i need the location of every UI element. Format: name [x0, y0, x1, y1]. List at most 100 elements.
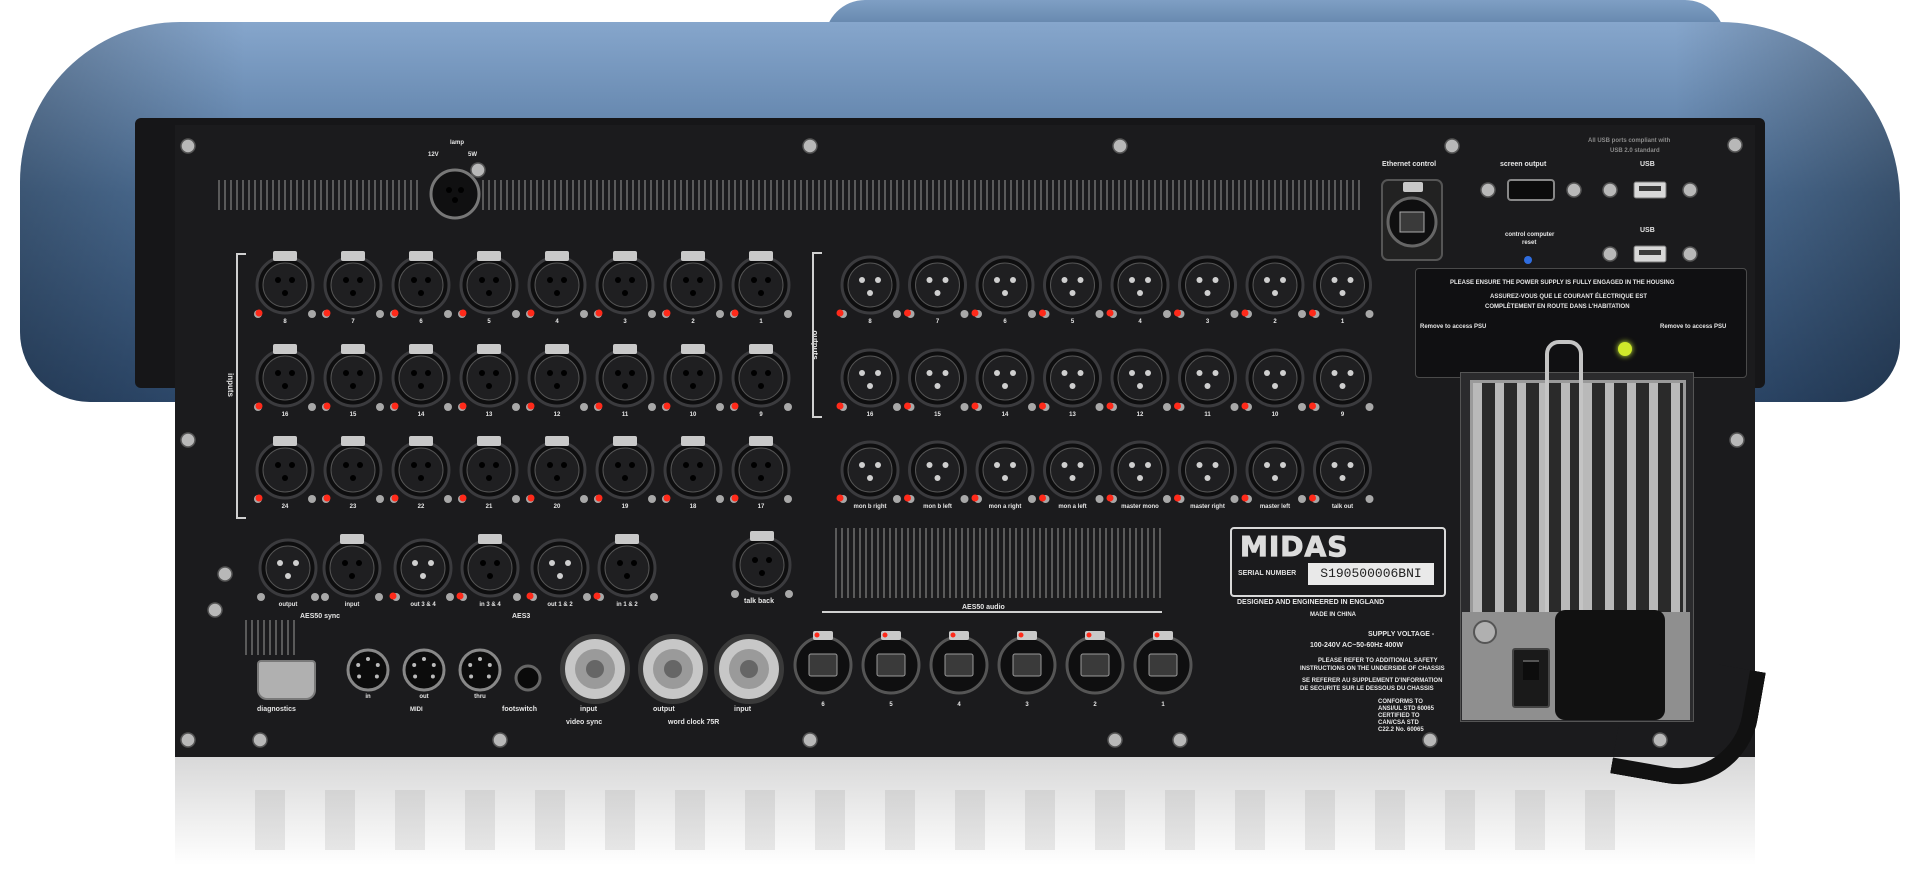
input-label-17: 17 — [757, 504, 765, 510]
talk-back-xlr[interactable] — [731, 531, 793, 598]
panel-screw-5 — [1727, 137, 1743, 153]
aes50-label-4: 4 — [957, 702, 961, 708]
output-xlr-18[interactable] — [906, 440, 969, 503]
output-xlr-12[interactable] — [1041, 348, 1104, 411]
output-label-3: 6 — [1003, 319, 1007, 325]
input-led-12 — [527, 402, 535, 410]
output-xlr-10[interactable] — [906, 348, 969, 411]
input-led-22 — [391, 494, 399, 502]
output-xlr-19[interactable] — [974, 440, 1036, 503]
output-xlr-11[interactable] — [974, 348, 1036, 411]
output-label-14: 11 — [1204, 412, 1211, 418]
input-led-14 — [391, 402, 399, 410]
output-led-5 — [1106, 309, 1114, 317]
input-led-23 — [323, 494, 331, 502]
output-led-19 — [971, 494, 979, 502]
output-label-21: master mono — [1121, 504, 1159, 510]
input-xlr-15[interactable] — [322, 344, 384, 411]
input-xlr-24[interactable] — [254, 436, 316, 503]
aux-xlr-1[interactable] — [321, 534, 383, 601]
output-xlr-8[interactable] — [1311, 255, 1374, 318]
output-xlr-16[interactable] — [1311, 348, 1374, 411]
output-xlr-23[interactable] — [1244, 440, 1306, 503]
input-xlr-18[interactable] — [662, 436, 724, 503]
output-led-21 — [1106, 494, 1114, 502]
aes50-ethercon-4[interactable] — [929, 631, 989, 695]
output-xlr-7[interactable] — [1244, 255, 1306, 318]
aes50-label-2: 2 — [1093, 702, 1097, 708]
aes50-ethercon-5[interactable] — [861, 631, 921, 695]
output-led-20 — [1039, 494, 1046, 502]
input-led-3 — [595, 309, 603, 317]
input-xlr-7[interactable] — [322, 251, 384, 318]
output-xlr-22[interactable] — [1176, 440, 1239, 503]
input-xlr-1[interactable] — [730, 251, 792, 318]
aux-xlr-3[interactable] — [459, 534, 521, 601]
input-xlr-9[interactable] — [730, 344, 792, 411]
output-xlr-20[interactable] — [1041, 440, 1104, 503]
output-xlr-9[interactable] — [839, 348, 901, 411]
input-xlr-23[interactable] — [322, 436, 384, 503]
output-xlr-6[interactable] — [1176, 255, 1239, 318]
aux-xlr-2[interactable] — [392, 538, 454, 601]
aes50-ethercon-1[interactable] — [1133, 631, 1193, 695]
input-led-7 — [323, 309, 331, 317]
input-xlr-11[interactable] — [594, 344, 656, 411]
mixing-console-rear-view: lamp 12V 5W Ethernet control screen outp… — [0, 0, 1920, 892]
input-xlr-21[interactable] — [458, 436, 520, 503]
input-xlr-3[interactable] — [594, 251, 656, 318]
input-xlr-4[interactable] — [526, 251, 588, 318]
input-label-18: 18 — [689, 504, 697, 510]
input-xlr-10[interactable] — [662, 344, 724, 411]
hdmi-icon[interactable] — [1507, 179, 1555, 201]
input-xlr-17[interactable] — [730, 436, 792, 503]
reset-button[interactable] — [1524, 256, 1532, 264]
midi-din-icon-out[interactable] — [402, 648, 446, 692]
ethercon-icon[interactable] — [1381, 179, 1443, 261]
input-xlr-14[interactable] — [390, 344, 452, 411]
output-xlr-13[interactable] — [1109, 348, 1171, 411]
aes50-ethercon-6[interactable] — [793, 631, 853, 695]
output-label-7: 2 — [1273, 319, 1277, 325]
output-xlr-4[interactable] — [1041, 255, 1104, 318]
output-xlr-2[interactable] — [906, 255, 969, 318]
panel-screw-11 — [802, 732, 818, 748]
aes50-ethercon-2[interactable] — [1065, 631, 1125, 695]
input-xlr-12[interactable] — [526, 344, 588, 411]
input-xlr-6[interactable] — [390, 251, 452, 318]
input-xlr-13[interactable] — [458, 344, 520, 411]
output-xlr-5[interactable] — [1109, 255, 1171, 318]
input-xlr-22[interactable] — [390, 436, 452, 503]
input-xlr-8[interactable] — [254, 251, 316, 318]
output-xlr-3[interactable] — [974, 255, 1036, 318]
output-xlr-17[interactable] — [839, 440, 901, 503]
output-xlr-1[interactable] — [839, 255, 901, 318]
input-led-8 — [255, 309, 263, 317]
input-xlr-20[interactable] — [526, 436, 588, 503]
input-xlr-16[interactable] — [254, 344, 316, 411]
input-label-12: 12 — [553, 412, 561, 418]
input-label-9: 9 — [759, 412, 763, 418]
output-xlr-21[interactable] — [1109, 440, 1171, 503]
input-label-1: 1 — [759, 319, 763, 325]
input-label-23: 23 — [349, 504, 357, 510]
input-xlr-5[interactable] — [458, 251, 520, 318]
midi-din-icon-thru[interactable] — [458, 648, 502, 692]
output-led-9 — [836, 402, 844, 410]
output-xlr-15[interactable] — [1244, 348, 1306, 411]
footswitch-jack[interactable] — [514, 664, 542, 692]
screen-output-screw-left — [1480, 182, 1496, 198]
output-xlr-14[interactable] — [1176, 348, 1239, 411]
input-xlr-2[interactable] — [662, 251, 724, 318]
panel-screw-16 — [217, 566, 233, 582]
midi-din-icon-in[interactable] — [346, 648, 390, 692]
lamp-socket[interactable] — [429, 168, 481, 220]
aux-xlr-5[interactable] — [596, 534, 658, 601]
usb-icon-2[interactable] — [1633, 245, 1667, 263]
aux-xlr-4[interactable] — [529, 538, 591, 601]
usb-icon-1[interactable] — [1633, 181, 1667, 199]
aux-xlr-0[interactable] — [257, 538, 319, 601]
aes50-ethercon-3[interactable] — [997, 631, 1057, 695]
output-xlr-24[interactable] — [1311, 440, 1374, 503]
input-xlr-19[interactable] — [594, 436, 656, 503]
